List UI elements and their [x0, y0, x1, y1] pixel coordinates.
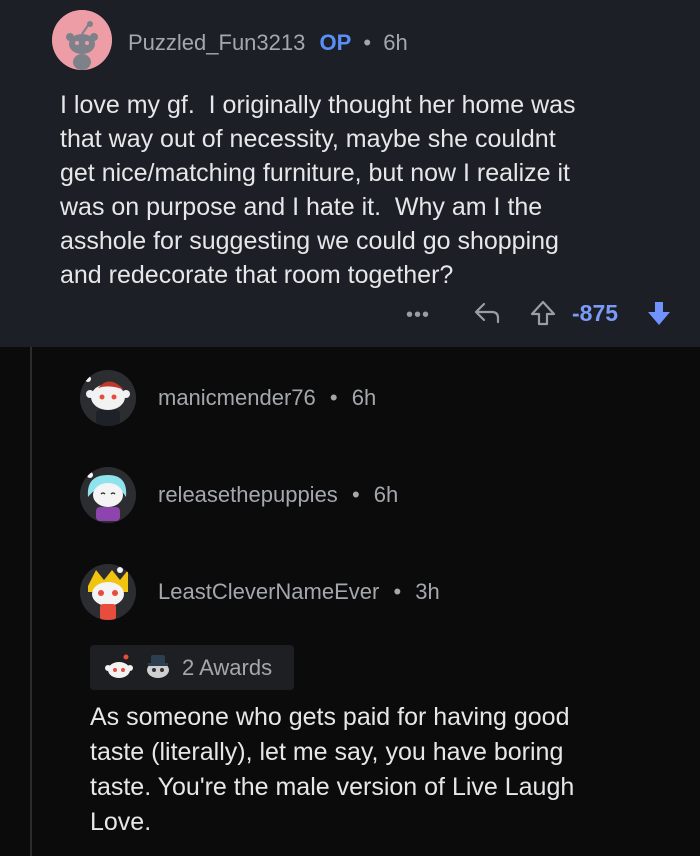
op-body-text: I love my gf. I originally thought her h… [60, 91, 576, 289]
snoo-avatar-icon [80, 467, 136, 523]
comment-meta: releasethepuppies • 6h [158, 482, 398, 508]
op-post: Puzzled_Fun3213 OP • 6h I love my gf. I … [0, 0, 700, 347]
upvote-icon[interactable] [528, 298, 558, 328]
comment-time: 6h [351, 385, 377, 410]
comment-username[interactable]: releasethepuppies [158, 482, 338, 507]
comment-time: 6h [373, 482, 399, 507]
op-time: 6h [383, 30, 408, 55]
snoo-avatar-icon [52, 10, 112, 70]
comment-time: 3h [415, 579, 440, 604]
comment-username[interactable]: manicmender76 [158, 385, 316, 410]
snoo-avatar-icon [80, 564, 136, 620]
comment-meta: manicmender76 • 6h [158, 385, 376, 411]
award-icon [147, 655, 169, 678]
comment-leastclevernameever: LeastCleverNameEver • 3h [80, 564, 680, 624]
awards-badge[interactable]: 2 Awards [90, 645, 294, 690]
comment-username[interactable]: LeastCleverNameEver [158, 579, 379, 604]
op-username[interactable]: Puzzled_Fun3213 [128, 30, 305, 55]
op-action-bar: ••• -875 [400, 296, 680, 330]
op-badge: OP [319, 30, 352, 55]
downvote-icon[interactable] [644, 298, 674, 328]
comment-manicmender76: manicmender76 • 6h [80, 370, 680, 430]
avatar[interactable] [80, 467, 136, 523]
award-icon [105, 654, 133, 678]
comment-releasethepuppies: releasethepuppies • 6h [80, 467, 680, 527]
comment-body-text: As someone who gets paid for having good… [90, 703, 575, 836]
snoo-avatar-icon [80, 370, 136, 426]
more-icon[interactable]: ••• [406, 304, 430, 327]
thread-line[interactable] [30, 347, 32, 856]
op-avatar[interactable] [52, 10, 112, 70]
vote-score: -875 [572, 300, 619, 326]
reply-icon[interactable] [472, 298, 502, 328]
separator-dot: • [329, 385, 338, 410]
avatar[interactable] [80, 564, 136, 620]
awards-label: 2 Awards [182, 655, 273, 680]
comment-meta: LeastCleverNameEver • 3h [158, 579, 440, 605]
separator-dot: • [351, 482, 360, 507]
separator-dot: • [363, 30, 372, 55]
avatar[interactable] [80, 370, 136, 426]
separator-dot: • [393, 579, 402, 604]
op-meta: Puzzled_Fun3213 OP • 6h [128, 30, 408, 56]
